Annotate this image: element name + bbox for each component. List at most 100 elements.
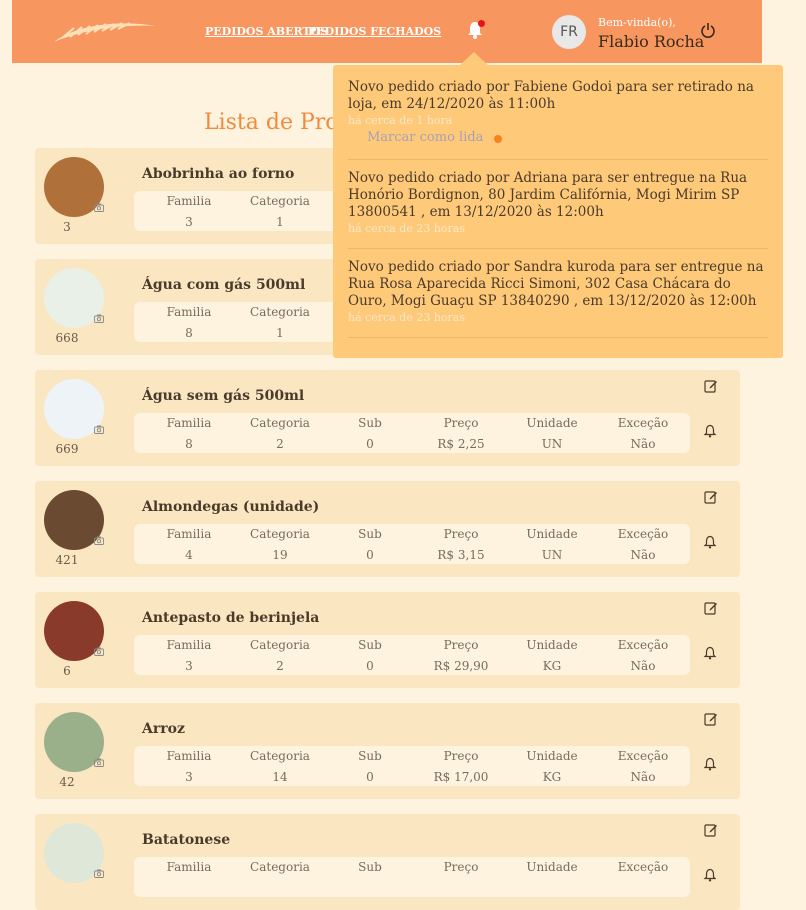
camera-icon[interactable] (94, 536, 104, 545)
camera-icon[interactable] (94, 425, 104, 434)
edit-icon[interactable] (704, 379, 718, 393)
attr-value: 14 (272, 770, 288, 784)
attr-value: UN (541, 548, 563, 562)
nav-closed-orders[interactable]: PEDIDOS FECHADOS (308, 25, 441, 38)
attr-label: Familia (166, 194, 212, 208)
attr-label: Sub (358, 749, 382, 763)
product-name: Almondegas (unidade) (142, 499, 320, 515)
camera-icon[interactable] (94, 314, 104, 323)
attr-value: 3 (185, 215, 193, 229)
notification-time: há cerca de 23 horas (348, 222, 465, 235)
attr-label: Preço (443, 638, 479, 652)
product-name: Batatonese (142, 832, 231, 848)
bell-icon[interactable] (703, 868, 717, 882)
attr-label: Sub (358, 638, 382, 652)
notification-item[interactable]: Novo pedido criado por Sandra kuroda par… (348, 259, 768, 324)
attr-label: Preço (443, 527, 479, 541)
attr-value: UN (541, 437, 563, 451)
attr-label: Sub (358, 860, 382, 874)
attr-label: Unidade (526, 860, 578, 874)
attr-label: Familia (166, 638, 212, 652)
product-card[interactable]: 421 Almondegas (unidade) Familia 4 Categ… (35, 481, 740, 577)
attr-label: Exceção (617, 416, 669, 430)
product-name: Água sem gás 500ml (142, 388, 305, 404)
attr-value: 2 (276, 437, 284, 451)
camera-icon[interactable] (94, 203, 104, 212)
attr-value: 3 (185, 659, 193, 673)
bell-icon[interactable] (703, 424, 717, 438)
attr-value: R$ 2,25 (437, 437, 485, 451)
attr-value: 19 (272, 548, 288, 562)
attr-value: R$ 17,00 (433, 770, 489, 784)
product-card[interactable]: 42 Arroz Familia 3 Categoria 14 Sub 0 Pr… (35, 703, 740, 799)
camera-icon[interactable] (94, 869, 104, 878)
welcome-label: Bem-vinda(o), (598, 16, 676, 29)
attr-value: 1 (276, 215, 284, 229)
attr-label: Unidade (526, 416, 578, 430)
bell-icon[interactable] (703, 646, 717, 660)
notification-item[interactable]: Novo pedido criado por Adriana para ser … (348, 170, 768, 235)
attr-value: R$ 3,15 (437, 548, 485, 562)
attr-label: Exceção (617, 749, 669, 763)
attr-label: Categoria (250, 194, 310, 208)
attr-label: Familia (166, 860, 212, 874)
divider (348, 248, 768, 249)
product-card[interactable]: 6 Antepasto de berinjela Familia 3 Categ… (35, 592, 740, 688)
attr-label: Categoria (250, 749, 310, 763)
attr-label: Exceção (617, 527, 669, 541)
power-icon[interactable] (700, 22, 716, 38)
attr-value: 8 (185, 326, 193, 340)
notification-time: há cerca de 1 hora (348, 114, 453, 127)
divider (348, 337, 768, 338)
attr-label: Familia (166, 527, 212, 541)
edit-icon[interactable] (704, 490, 718, 504)
attr-value: 0 (366, 548, 374, 562)
bell-icon[interactable] (703, 535, 717, 549)
attr-value: Não (630, 437, 656, 451)
avatar[interactable]: FR (552, 15, 586, 49)
product-id: 669 (55, 442, 79, 456)
attr-value: 0 (366, 659, 374, 673)
product-attributes: Familia 4 Categoria 19 Sub 0 Preço R$ 3,… (134, 524, 690, 564)
attr-label: Exceção (617, 860, 669, 874)
product-id: 421 (55, 553, 79, 567)
notification-text: Novo pedido criado por Fabiene Godoi par… (348, 79, 754, 112)
attr-value: 0 (366, 770, 374, 784)
mark-as-read-link[interactable]: Marcar como lida (367, 130, 483, 145)
attr-value: KG (542, 770, 562, 784)
attr-value: Não (630, 770, 656, 784)
camera-icon[interactable] (94, 647, 104, 656)
brand-logo[interactable] (52, 18, 157, 48)
divider (348, 159, 768, 160)
attr-value: Não (630, 548, 656, 562)
notification-dot (478, 20, 485, 27)
attr-label: Unidade (526, 527, 578, 541)
camera-icon[interactable] (94, 758, 104, 767)
attr-label: Familia (166, 749, 212, 763)
attr-label: Sub (358, 527, 382, 541)
edit-icon[interactable] (704, 823, 718, 837)
attr-label: Familia (166, 305, 212, 319)
product-attributes: Familia 3 Categoria 2 Sub 0 Preço R$ 29,… (134, 635, 690, 675)
attr-value: 8 (185, 437, 193, 451)
top-bar: PEDIDOS ABERTOS PEDIDOS FECHADOS FR Bem-… (12, 0, 762, 63)
attr-value: R$ 29,90 (433, 659, 489, 673)
attr-value: 4 (185, 548, 193, 562)
attr-label: Categoria (250, 860, 310, 874)
product-card[interactable]: Batatonese Familia Categoria Sub Preço U… (35, 814, 740, 910)
product-id: 42 (59, 775, 75, 789)
product-id: 6 (63, 664, 71, 678)
notification-caret (460, 52, 488, 65)
attr-value: 1 (276, 326, 284, 340)
edit-icon[interactable] (704, 601, 718, 615)
product-name: Antepasto de berinjela (142, 610, 320, 626)
attr-label: Categoria (250, 305, 310, 319)
attr-label: Preço (443, 416, 479, 430)
edit-icon[interactable] (704, 712, 718, 726)
attr-label: Categoria (250, 638, 310, 652)
bell-icon[interactable] (703, 757, 717, 771)
attr-label: Familia (166, 416, 212, 430)
product-attributes: Familia Categoria Sub Preço Unidade Exce… (134, 857, 690, 897)
product-card[interactable]: 669 Água sem gás 500ml Familia 8 Categor… (35, 370, 740, 466)
notification-item[interactable]: Novo pedido criado por Fabiene Godoi par… (348, 79, 768, 127)
